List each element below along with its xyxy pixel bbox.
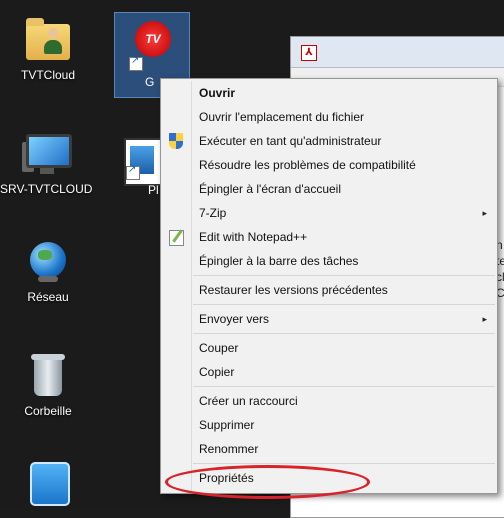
menu-separator (193, 275, 495, 276)
recycle-bin-icon (24, 350, 72, 398)
desktop-icon-network[interactable]: Réseau (6, 236, 90, 304)
menu-separator (193, 463, 495, 464)
uac-shield-icon (168, 133, 184, 149)
desktop-icon-label: SRV-TVTCLOUD (0, 182, 93, 196)
menu-item-open-file-location[interactable]: Ouvrir l'emplacement du fichier (161, 105, 497, 129)
menu-item-7zip[interactable]: 7-Zip ▸ (161, 201, 497, 225)
menu-item-label: Exécuter en tant qu'administrateur (199, 134, 382, 148)
shortcut-arrow-icon (129, 55, 143, 71)
menu-item-label: Ouvrir (199, 86, 236, 100)
menu-item-label: Résoudre les problèmes de compatibilité (199, 158, 416, 172)
menu-item-label: Copier (199, 365, 235, 379)
menu-item-label: Supprimer (199, 418, 255, 432)
desktop-icon-control-panel[interactable] (6, 458, 90, 512)
desktop-icon-srv-tvtcloud[interactable]: SRV-TVTCLOUD (0, 128, 92, 196)
menu-item-restore-previous-versions[interactable]: Restaurer les versions précédentes (161, 278, 497, 302)
folder-user-icon (24, 14, 72, 62)
desktop-icon-recycle-bin[interactable]: Corbeille (6, 350, 90, 418)
tvtools-logo-icon: TV (135, 21, 171, 57)
menu-item-label: Créer un raccourci (199, 394, 298, 408)
control-panel-icon (24, 458, 72, 506)
menu-item-label: Envoyer vers (199, 312, 270, 326)
menu-item-delete[interactable]: Supprimer (161, 413, 497, 437)
notepad-plus-plus-icon (168, 229, 184, 246)
menu-separator (193, 333, 495, 334)
desktop-icon-label: Pl (148, 183, 159, 197)
background-window-titlebar: ⅄ (291, 37, 504, 68)
menu-item-label: Restaurer les versions précédentes (199, 283, 388, 297)
menu-item-label: Ouvrir l'emplacement du fichier (199, 110, 365, 124)
menu-item-pin-to-start[interactable]: Épingler à l'écran d'accueil (161, 177, 497, 201)
menu-item-cut[interactable]: Couper (161, 336, 497, 360)
menu-separator (193, 304, 495, 305)
menu-item-label: Épingler à la barre des tâches (199, 254, 359, 268)
computer-icon (22, 128, 72, 176)
network-globe-icon (24, 236, 72, 284)
menu-item-label: Épingler à l'écran d'accueil (199, 182, 341, 196)
desktop-icon-label: G (145, 75, 155, 89)
context-menu: Ouvrir Ouvrir l'emplacement du fichier E… (160, 78, 498, 494)
menu-item-label: Edit with Notepad++ (199, 230, 308, 244)
menu-item-label: Couper (199, 341, 239, 355)
desktop-icon-label: TVTCloud (20, 68, 76, 82)
menu-item-send-to[interactable]: Envoyer vers ▸ (161, 307, 497, 331)
menu-separator (193, 386, 495, 387)
menu-item-pin-to-taskbar[interactable]: Épingler à la barre des tâches (161, 249, 497, 273)
menu-item-open[interactable]: Ouvrir (161, 81, 497, 105)
menu-item-run-as-admin[interactable]: Exécuter en tant qu'administrateur (161, 129, 497, 153)
desktop: ⅄ n te cl C TVTCloud TV G SRV-TVTCLOUD (0, 0, 504, 518)
desktop-icon-label: Corbeille (24, 404, 72, 418)
desktop-icon-label: Réseau (27, 290, 69, 304)
submenu-arrow-icon: ▸ (482, 314, 487, 324)
submenu-arrow-icon: ▸ (482, 208, 487, 218)
menu-item-rename[interactable]: Renommer (161, 437, 497, 461)
menu-item-troubleshoot-compatibility[interactable]: Résoudre les problèmes de compatibilité (161, 153, 497, 177)
red-highlight-ellipse (165, 465, 370, 499)
shortcut-arrow-icon (126, 164, 140, 180)
pdf-file-icon: ⅄ (301, 45, 317, 61)
menu-item-create-shortcut[interactable]: Créer un raccourci (161, 389, 497, 413)
menu-item-label: Renommer (199, 442, 259, 456)
menu-item-label: 7-Zip (199, 206, 227, 220)
menu-item-copy[interactable]: Copier (161, 360, 497, 384)
menu-item-edit-with-notepadpp[interactable]: Edit with Notepad++ (161, 225, 497, 249)
desktop-icon-tvtcloud[interactable]: TVTCloud (6, 14, 90, 82)
